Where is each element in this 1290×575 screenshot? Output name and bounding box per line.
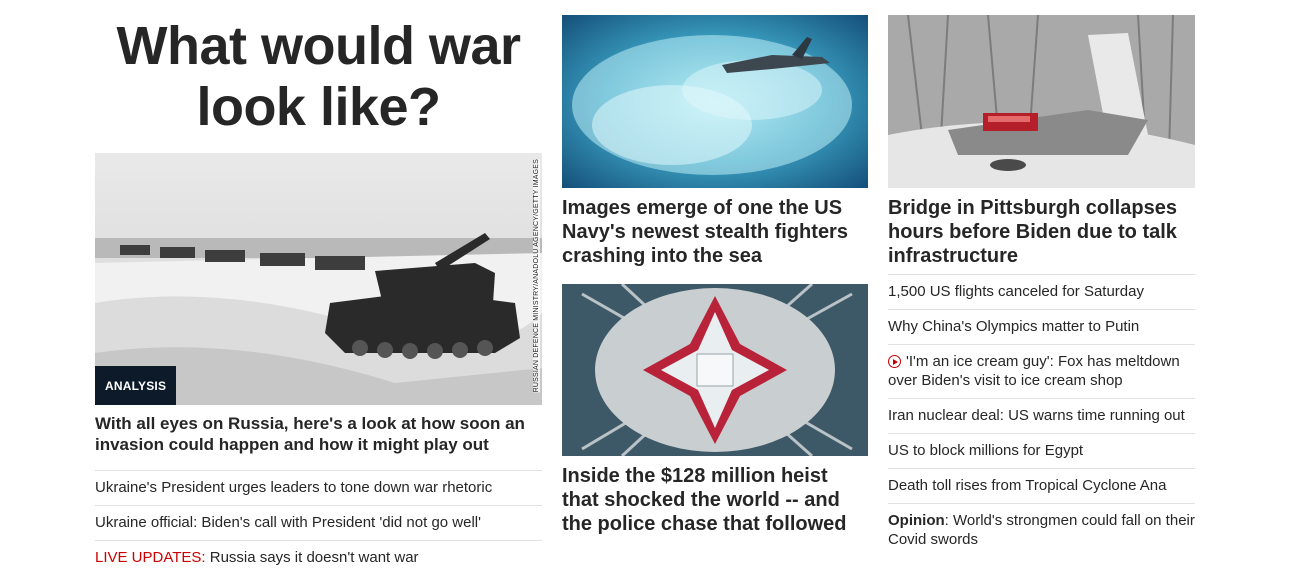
play-icon [888,355,901,368]
photo-credit: RUSSIAN DEFENCE MINISTRY/ANADOLU AGENCY/… [533,159,540,393]
heist-title[interactable]: Inside the $128 million heist that shock… [562,464,868,536]
lead-story-image[interactable]: RUSSIAN DEFENCE MINISTRY/ANADOLU AGENCY/… [95,153,542,405]
list-item[interactable]: Ukraine official: Biden's call with Pres… [95,505,542,540]
list-item[interactable]: Why China's Olympics matter to Putin [888,309,1195,344]
lead-related-list: Ukraine's President urges leaders to ton… [95,470,542,575]
bridge-collapse-title[interactable]: Bridge in Pittsburgh collapses hours bef… [888,196,1195,268]
middle-column: Images emerge of one the US Navy's newes… [562,0,868,536]
bridge-collapse-image[interactable] [888,15,1195,188]
list-item[interactable]: 'I'm an ice cream guy': Fox has meltdown… [888,344,1195,398]
lead-headline[interactable]: What would war look like? [95,16,542,138]
list-item[interactable]: Death toll rises from Tropical Cyclone A… [888,468,1195,503]
lead-story-title[interactable]: With all eyes on Russia, here's a look a… [95,413,542,455]
lead-column: What would war look like? RUSSIAN DEFENC… [95,0,542,575]
opinion-label: Opinion [888,512,945,529]
live-updates-label: LIVE UPDATES: [95,549,206,566]
jet-crash-image[interactable] [562,15,868,188]
list-item[interactable]: Iran nuclear deal: US warns time running… [888,398,1195,433]
list-item[interactable]: US to block millions for Egypt [888,433,1195,468]
list-item[interactable]: 1,500 US flights canceled for Saturday [888,274,1195,309]
list-item[interactable]: Ukraine's President urges leaders to ton… [95,470,542,505]
jet-crash-title[interactable]: Images emerge of one the US Navy's newes… [562,196,868,268]
list-item[interactable]: Opinion: World's strongmen could fall on… [888,503,1195,557]
heist-image[interactable] [562,284,868,456]
right-column: Bridge in Pittsburgh collapses hours bef… [888,0,1195,557]
right-related-list: 1,500 US flights canceled for Saturday W… [888,274,1195,557]
list-item[interactable]: LIVE UPDATES: Russia says it doesn't wan… [95,540,542,575]
analysis-badge: ANALYSIS [95,366,177,405]
